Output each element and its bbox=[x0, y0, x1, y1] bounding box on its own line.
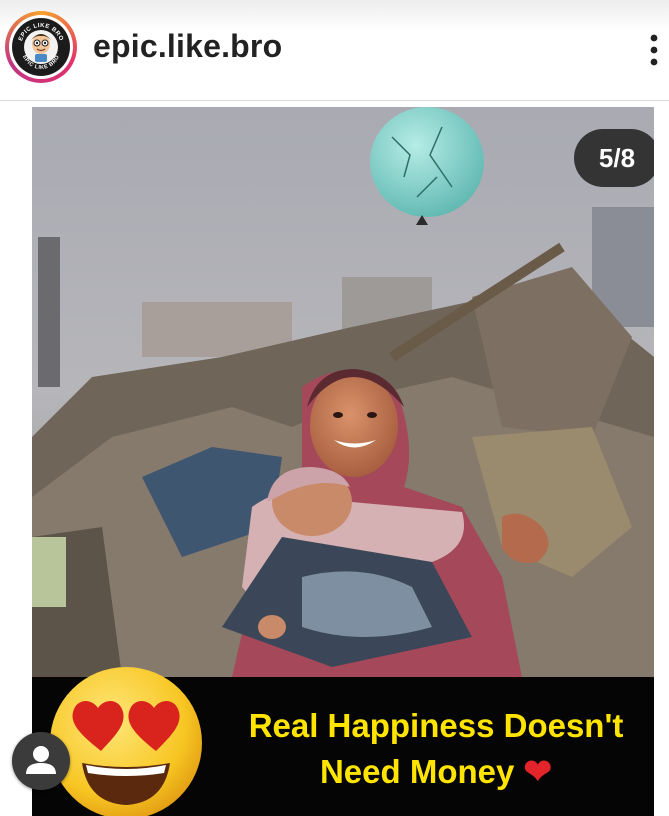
avatar-border: EPIC LIKE BRO EPIC LIKE BRO bbox=[9, 15, 73, 79]
post-caption: Real Happiness Doesn't Need Money ❤ bbox=[216, 703, 654, 795]
caption-line-2: Need Money bbox=[319, 753, 515, 790]
username[interactable]: epic.like.bro bbox=[93, 28, 282, 65]
caption-line-1: Real Happiness Doesn't bbox=[248, 707, 624, 744]
more-vertical-icon[interactable] bbox=[638, 30, 668, 70]
caption-line-2-wrap: Need Money ❤ bbox=[216, 749, 654, 795]
slide-counter: 5/8 bbox=[574, 129, 654, 187]
heart-icon: ❤ bbox=[523, 753, 553, 791]
post-photo bbox=[32, 107, 654, 677]
heart-eyes-emoji bbox=[50, 667, 202, 816]
post-header: EPIC LIKE BRO EPIC LIKE BRO epic.like.br… bbox=[0, 0, 669, 101]
caption-banner: Real Happiness Doesn't Need Money ❤ bbox=[32, 667, 654, 816]
avatar-logo: EPIC LIKE BRO EPIC LIKE BRO bbox=[12, 18, 70, 76]
avatar[interactable]: EPIC LIKE BRO EPIC LIKE BRO bbox=[5, 11, 77, 83]
profile-button[interactable] bbox=[12, 732, 70, 790]
post-media[interactable]: 5/8 Real Happiness Doesn't Need Money ❤ bbox=[32, 107, 654, 816]
person-icon bbox=[26, 746, 56, 774]
